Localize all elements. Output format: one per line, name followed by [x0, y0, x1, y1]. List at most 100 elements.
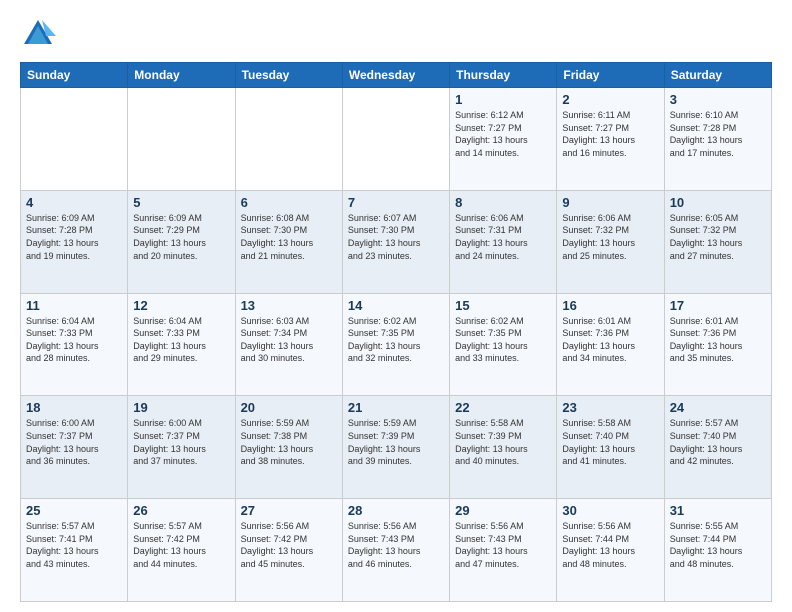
weekday-header-tuesday: Tuesday: [235, 63, 342, 88]
day-number: 31: [670, 503, 766, 518]
day-info: Sunrise: 6:06 AM Sunset: 7:32 PM Dayligh…: [562, 212, 658, 262]
weekday-header-wednesday: Wednesday: [342, 63, 449, 88]
day-info: Sunrise: 5:57 AM Sunset: 7:40 PM Dayligh…: [670, 417, 766, 467]
day-info: Sunrise: 6:02 AM Sunset: 7:35 PM Dayligh…: [455, 315, 551, 365]
day-number: 1: [455, 92, 551, 107]
day-info: Sunrise: 6:01 AM Sunset: 7:36 PM Dayligh…: [670, 315, 766, 365]
week-row-5: 25Sunrise: 5:57 AM Sunset: 7:41 PM Dayli…: [21, 499, 772, 602]
day-info: Sunrise: 6:04 AM Sunset: 7:33 PM Dayligh…: [133, 315, 229, 365]
day-number: 18: [26, 400, 122, 415]
day-number: 23: [562, 400, 658, 415]
day-cell: 23 Sunrise: 5:58 AM Sunset: 7:40 PM Dayli…: [557, 396, 664, 499]
day-number: 27: [241, 503, 337, 518]
day-cell: 4 Sunrise: 6:09 AM Sunset: 7:28 PM Daylig…: [21, 190, 128, 293]
logo: [20, 16, 62, 52]
day-info: Sunrise: 5:55 AM Sunset: 7:44 PM Dayligh…: [670, 520, 766, 570]
day-cell: 2 Sunrise: 6:11 AM Sunset: 7:27 PM Daylig…: [557, 88, 664, 191]
day-number: 26: [133, 503, 229, 518]
day-cell: 20 Sunrise: 5:59 AM Sunset: 7:38 PM Dayli…: [235, 396, 342, 499]
day-info: Sunrise: 6:06 AM Sunset: 7:31 PM Dayligh…: [455, 212, 551, 262]
day-info: Sunrise: 5:59 AM Sunset: 7:38 PM Dayligh…: [241, 417, 337, 467]
weekday-header-sunday: Sunday: [21, 63, 128, 88]
day-number: 5: [133, 195, 229, 210]
day-cell: 21 Sunrise: 5:59 AM Sunset: 7:39 PM Dayli…: [342, 396, 449, 499]
day-number: 9: [562, 195, 658, 210]
weekday-header-saturday: Saturday: [664, 63, 771, 88]
day-number: 29: [455, 503, 551, 518]
day-number: 16: [562, 298, 658, 313]
day-cell: 5 Sunrise: 6:09 AM Sunset: 7:29 PM Daylig…: [128, 190, 235, 293]
day-cell: [128, 88, 235, 191]
day-cell: 13 Sunrise: 6:03 AM Sunset: 7:34 PM Dayli…: [235, 293, 342, 396]
weekday-header-row: SundayMondayTuesdayWednesdayThursdayFrid…: [21, 63, 772, 88]
day-number: 4: [26, 195, 122, 210]
day-cell: 22Sunrise: 5:58 AM Sunset: 7:39 PM Dayli…: [450, 396, 557, 499]
day-cell: 19Sunrise: 6:00 AM Sunset: 7:37 PM Dayli…: [128, 396, 235, 499]
day-cell: 9 Sunrise: 6:06 AM Sunset: 7:32 PM Daylig…: [557, 190, 664, 293]
day-info: Sunrise: 6:08 AM Sunset: 7:30 PM Dayligh…: [241, 212, 337, 262]
day-number: 24: [670, 400, 766, 415]
day-info: Sunrise: 6:00 AM Sunset: 7:37 PM Dayligh…: [26, 417, 122, 467]
weekday-header-thursday: Thursday: [450, 63, 557, 88]
day-info: Sunrise: 6:01 AM Sunset: 7:36 PM Dayligh…: [562, 315, 658, 365]
day-cell: 24 Sunrise: 5:57 AM Sunset: 7:40 PM Dayli…: [664, 396, 771, 499]
day-cell: 1 Sunrise: 6:12 AM Sunset: 7:27 PM Daylig…: [450, 88, 557, 191]
day-info: Sunrise: 6:09 AM Sunset: 7:28 PM Dayligh…: [26, 212, 122, 262]
page: SundayMondayTuesdayWednesdayThursdayFrid…: [0, 0, 792, 612]
day-cell: 14Sunrise: 6:02 AM Sunset: 7:35 PM Dayli…: [342, 293, 449, 396]
day-info: Sunrise: 5:56 AM Sunset: 7:44 PM Dayligh…: [562, 520, 658, 570]
day-number: 21: [348, 400, 444, 415]
day-cell: [235, 88, 342, 191]
day-number: 7: [348, 195, 444, 210]
day-cell: 28 Sunrise: 5:56 AM Sunset: 7:43 PM Dayli…: [342, 499, 449, 602]
day-number: 3: [670, 92, 766, 107]
day-number: 22: [455, 400, 551, 415]
day-info: Sunrise: 6:09 AM Sunset: 7:29 PM Dayligh…: [133, 212, 229, 262]
day-info: Sunrise: 6:03 AM Sunset: 7:34 PM Dayligh…: [241, 315, 337, 365]
day-info: Sunrise: 5:58 AM Sunset: 7:40 PM Dayligh…: [562, 417, 658, 467]
day-info: Sunrise: 5:57 AM Sunset: 7:42 PM Dayligh…: [133, 520, 229, 570]
day-cell: 3Sunrise: 6:10 AM Sunset: 7:28 PM Daylig…: [664, 88, 771, 191]
day-info: Sunrise: 5:59 AM Sunset: 7:39 PM Dayligh…: [348, 417, 444, 467]
weekday-header-monday: Monday: [128, 63, 235, 88]
day-number: 2: [562, 92, 658, 107]
day-cell: [342, 88, 449, 191]
day-number: 6: [241, 195, 337, 210]
day-cell: 16 Sunrise: 6:01 AM Sunset: 7:36 PM Dayli…: [557, 293, 664, 396]
day-cell: [21, 88, 128, 191]
day-info: Sunrise: 6:11 AM Sunset: 7:27 PM Dayligh…: [562, 109, 658, 159]
day-info: Sunrise: 6:02 AM Sunset: 7:35 PM Dayligh…: [348, 315, 444, 365]
day-info: Sunrise: 6:05 AM Sunset: 7:32 PM Dayligh…: [670, 212, 766, 262]
day-cell: 8 Sunrise: 6:06 AM Sunset: 7:31 PM Daylig…: [450, 190, 557, 293]
day-cell: 15 Sunrise: 6:02 AM Sunset: 7:35 PM Dayli…: [450, 293, 557, 396]
day-info: Sunrise: 6:00 AM Sunset: 7:37 PM Dayligh…: [133, 417, 229, 467]
day-cell: 11Sunrise: 6:04 AM Sunset: 7:33 PM Dayli…: [21, 293, 128, 396]
day-info: Sunrise: 5:56 AM Sunset: 7:43 PM Dayligh…: [455, 520, 551, 570]
day-info: Sunrise: 5:56 AM Sunset: 7:43 PM Dayligh…: [348, 520, 444, 570]
day-number: 15: [455, 298, 551, 313]
day-cell: 12 Sunrise: 6:04 AM Sunset: 7:33 PM Dayli…: [128, 293, 235, 396]
week-row-1: 1 Sunrise: 6:12 AM Sunset: 7:27 PM Daylig…: [21, 88, 772, 191]
day-number: 17: [670, 298, 766, 313]
day-info: Sunrise: 6:04 AM Sunset: 7:33 PM Dayligh…: [26, 315, 122, 365]
day-number: 13: [241, 298, 337, 313]
week-row-4: 18 Sunrise: 6:00 AM Sunset: 7:37 PM Dayli…: [21, 396, 772, 499]
week-row-2: 4 Sunrise: 6:09 AM Sunset: 7:28 PM Daylig…: [21, 190, 772, 293]
day-info: Sunrise: 6:07 AM Sunset: 7:30 PM Dayligh…: [348, 212, 444, 262]
day-cell: 29 Sunrise: 5:56 AM Sunset: 7:43 PM Dayli…: [450, 499, 557, 602]
day-cell: 7 Sunrise: 6:07 AM Sunset: 7:30 PM Daylig…: [342, 190, 449, 293]
day-number: 20: [241, 400, 337, 415]
day-cell: 10Sunrise: 6:05 AM Sunset: 7:32 PM Dayli…: [664, 190, 771, 293]
day-cell: 6 Sunrise: 6:08 AM Sunset: 7:30 PM Daylig…: [235, 190, 342, 293]
day-info: Sunrise: 6:12 AM Sunset: 7:27 PM Dayligh…: [455, 109, 551, 159]
day-cell: 18 Sunrise: 6:00 AM Sunset: 7:37 PM Dayli…: [21, 396, 128, 499]
logo-icon: [20, 16, 56, 52]
day-number: 30: [562, 503, 658, 518]
day-number: 8: [455, 195, 551, 210]
day-cell: 17 Sunrise: 6:01 AM Sunset: 7:36 PM Dayli…: [664, 293, 771, 396]
day-number: 28: [348, 503, 444, 518]
calendar-table: SundayMondayTuesdayWednesdayThursdayFrid…: [20, 62, 772, 602]
weekday-header-friday: Friday: [557, 63, 664, 88]
day-number: 12: [133, 298, 229, 313]
day-info: Sunrise: 5:56 AM Sunset: 7:42 PM Dayligh…: [241, 520, 337, 570]
